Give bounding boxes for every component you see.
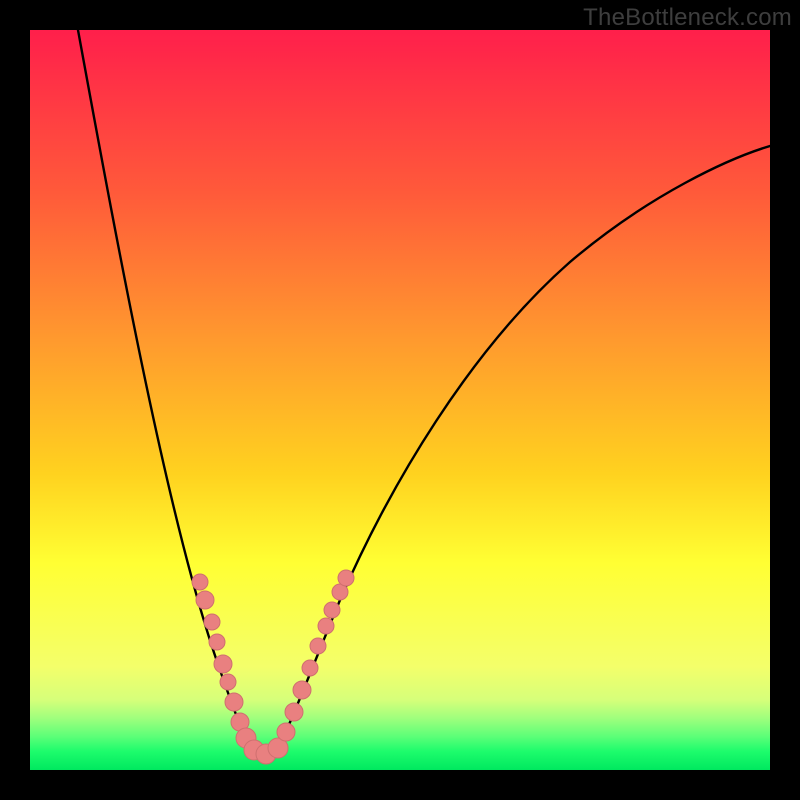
marker-6 (225, 693, 243, 711)
marker-17 (318, 618, 334, 634)
marker-18 (324, 602, 340, 618)
marker-3 (209, 634, 225, 650)
marker-16 (310, 638, 326, 654)
plot-area (30, 30, 770, 770)
marker-13 (285, 703, 303, 721)
marker-2 (204, 614, 220, 630)
marker-4 (214, 655, 232, 673)
plot-svg (30, 30, 770, 770)
marker-14 (293, 681, 311, 699)
marker-20 (338, 570, 354, 586)
marker-0 (192, 574, 208, 590)
gradient-background (30, 30, 770, 770)
marker-12 (277, 723, 295, 741)
marker-15 (302, 660, 318, 676)
watermark-text: TheBottleneck.com (583, 4, 792, 32)
stage: TheBottleneck.com (0, 0, 800, 800)
marker-1 (196, 591, 214, 609)
marker-5 (220, 674, 236, 690)
